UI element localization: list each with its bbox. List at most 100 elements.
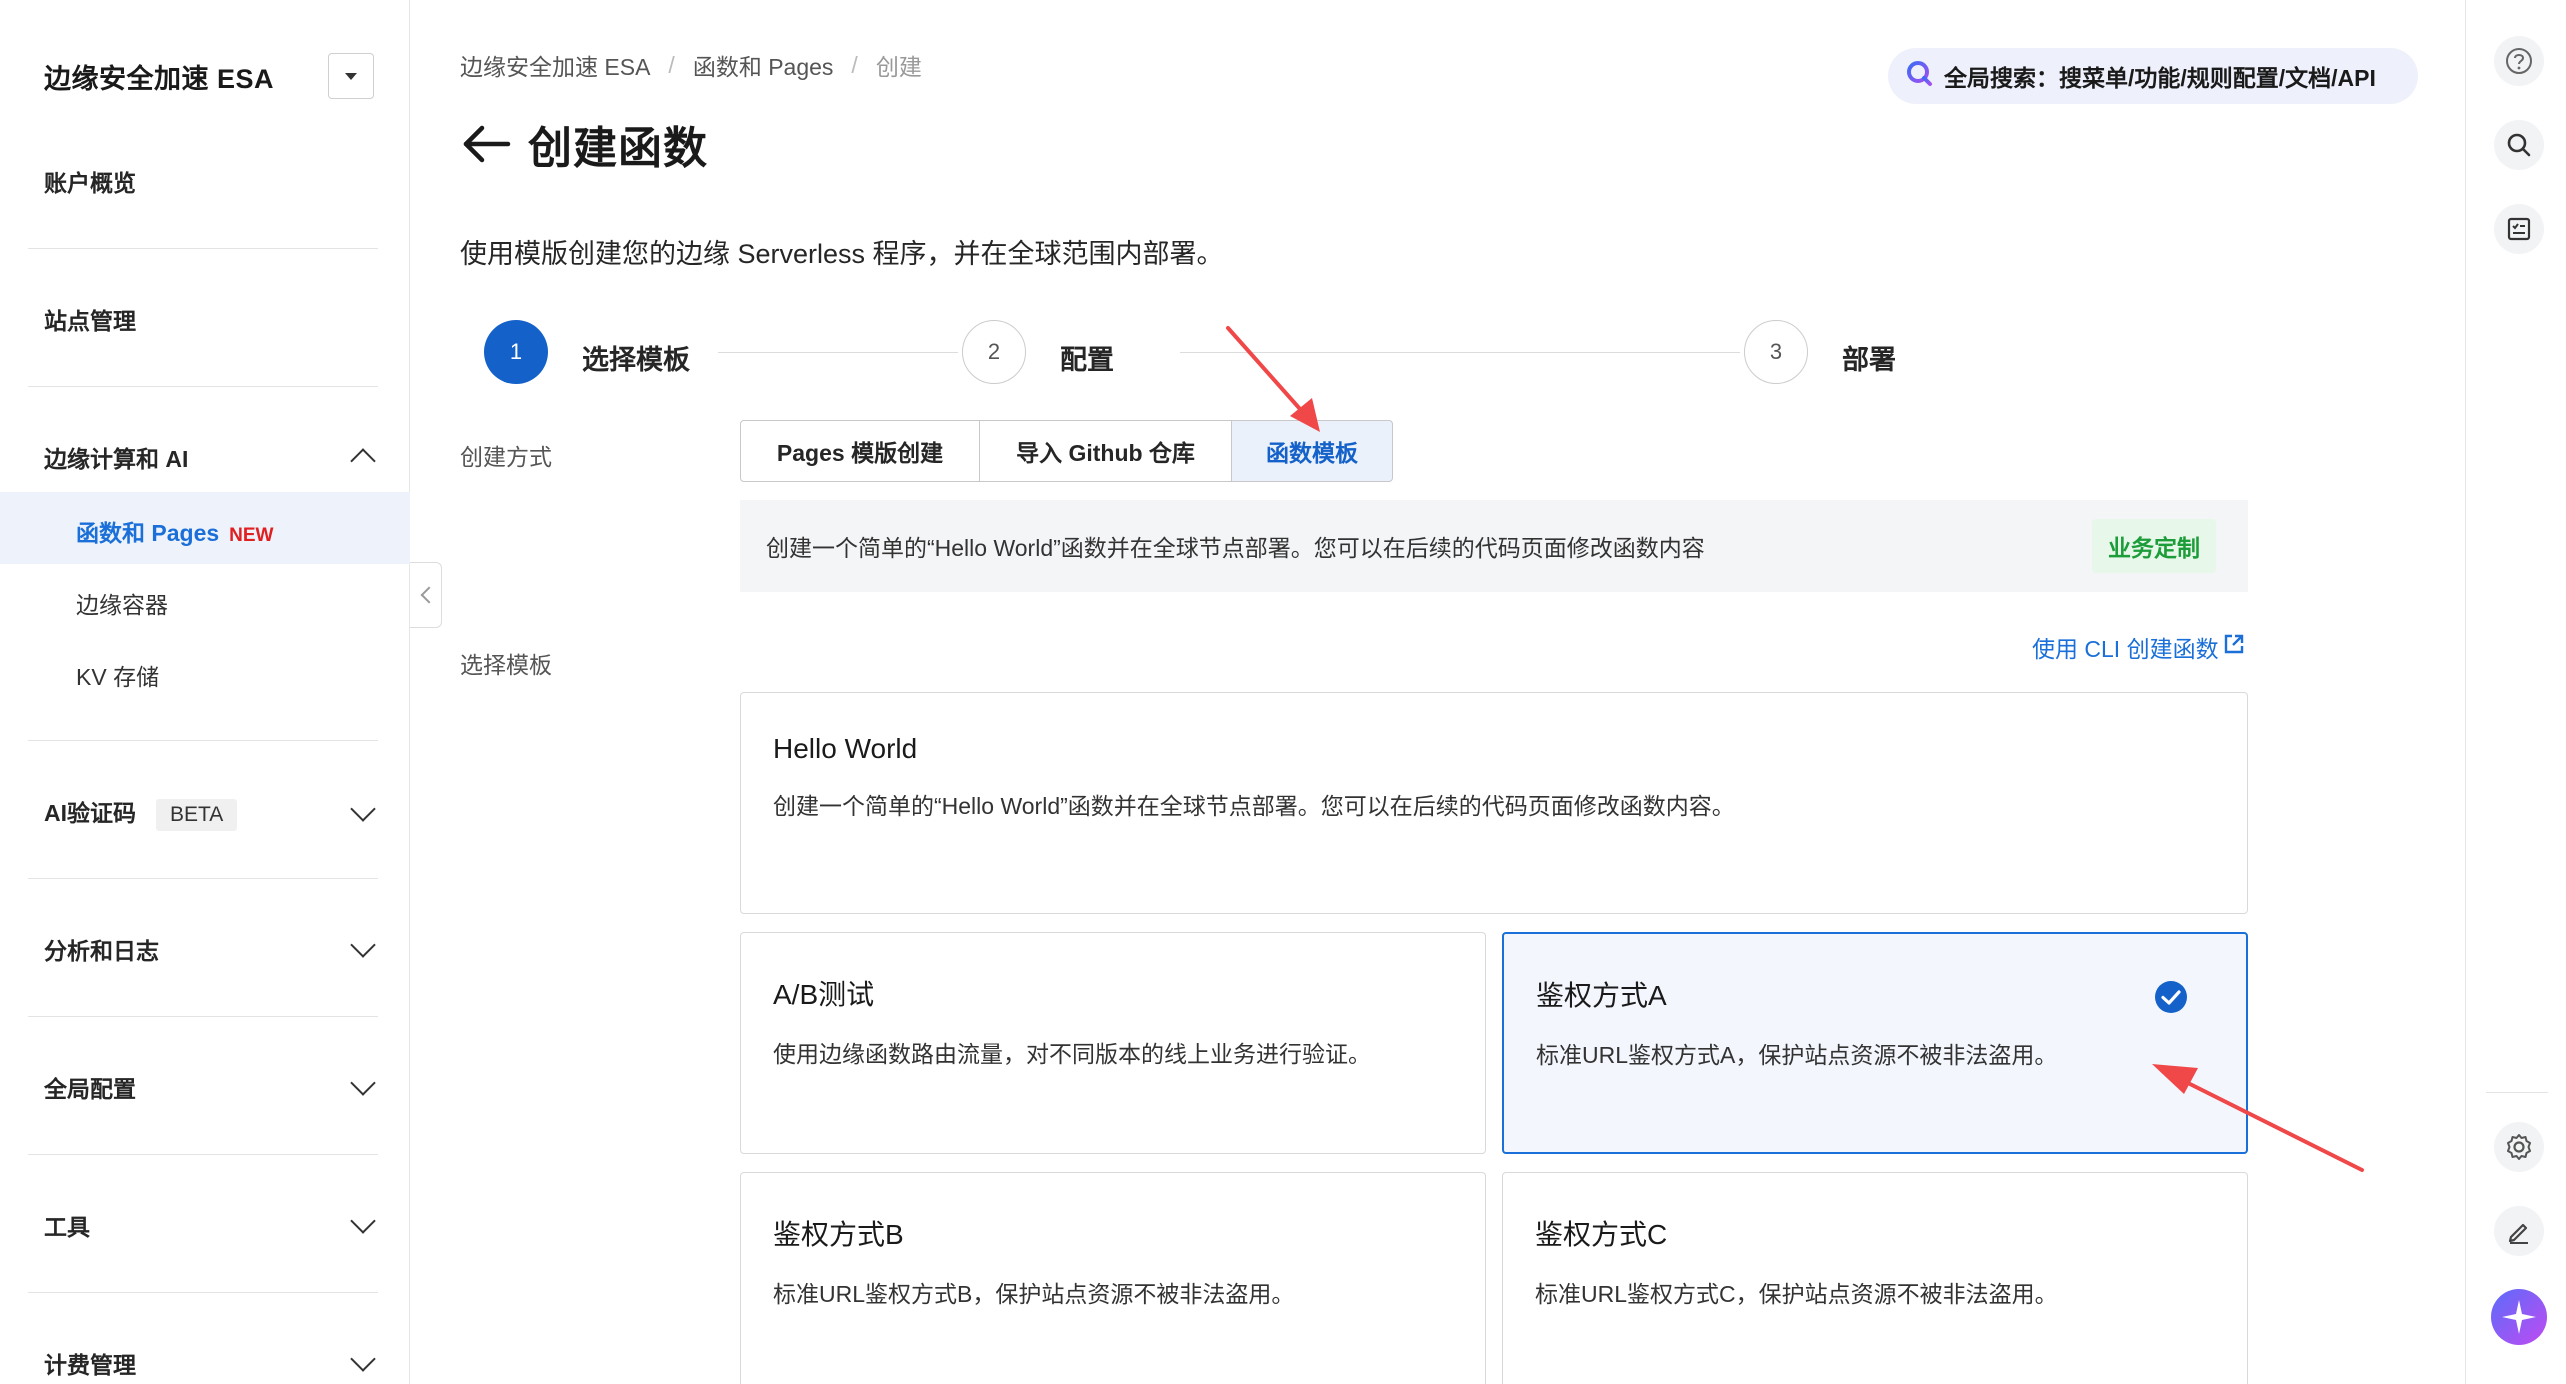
step-connector <box>718 352 958 353</box>
sidebar: 边缘安全加速 ESA 账户概览 站点管理 边缘计算和 AI 函数和 Pages N… <box>0 0 410 1384</box>
gear-icon <box>2507 1134 2531 1160</box>
chevron-down-icon <box>350 1208 376 1234</box>
card-title: 鉴权方式A <box>1536 980 1667 1011</box>
step-1-circle: 1 <box>484 320 548 384</box>
sidebar-header: 边缘安全加速 ESA <box>44 52 374 100</box>
step-3-label: 部署 <box>1842 345 1896 375</box>
template-card-ab-test[interactable]: A/B测试 使用边缘函数路由流量，对不同版本的线上业务进行验证。 <box>740 932 1486 1154</box>
sidebar-item-kv-storage[interactable]: KV 存储 <box>76 658 159 692</box>
page-header: 创建函数 <box>460 112 708 176</box>
right-toolbar <box>2465 0 2566 1384</box>
global-search-label: 全局搜索：搜菜单/功能/规则配置/文档/API <box>1944 65 2376 91</box>
product-switch-button[interactable] <box>328 53 374 99</box>
chevron-down-icon <box>350 795 376 822</box>
breadcrumb-item-esa[interactable]: 边缘安全加速 ESA <box>460 48 650 82</box>
breadcrumb-item-current: 创建 <box>875 54 922 80</box>
sidebar-group-tools[interactable]: 工具 <box>44 1208 378 1242</box>
sidebar-item-edge-container[interactable]: 边缘容器 <box>76 586 168 620</box>
help-button[interactable] <box>2494 36 2544 86</box>
tab-import-github[interactable]: 导入 Github 仓库 <box>978 420 1233 482</box>
card-title: Hello World <box>773 733 918 764</box>
pencil-icon <box>2508 1223 2528 1244</box>
breadcrumb-separator: / <box>668 51 675 78</box>
beta-badge: BETA <box>156 799 238 831</box>
select-template-label: 选择模板 <box>460 652 552 678</box>
template-info-bar: 创建一个简单的“Hello World”函数并在全球节点部署。您可以在后续的代码… <box>740 500 2248 592</box>
sidebar-group-label: AI验证码 BETA <box>44 794 238 831</box>
card-description: 标准URL鉴权方式C，保护站点资源不被非法盗用。 <box>1535 1281 2058 1307</box>
sidebar-group-global-config[interactable]: 全局配置 <box>44 1070 378 1104</box>
caret-down-icon <box>345 72 357 80</box>
search-button[interactable] <box>2494 120 2544 170</box>
card-description: 使用边缘函数路由流量，对不同版本的线上业务进行验证。 <box>773 1041 1371 1067</box>
tasks-button[interactable] <box>2494 204 2544 254</box>
sidebar-item-label: 函数和 Pages <box>76 520 220 546</box>
checklist-icon <box>2507 217 2531 241</box>
sidebar-divider <box>28 878 378 879</box>
step-2-label: 配置 <box>1060 345 1114 375</box>
back-arrow-icon[interactable] <box>460 124 512 164</box>
create-method-label: 创建方式 <box>460 444 552 470</box>
ai-assistant-button[interactable] <box>2490 1288 2548 1346</box>
sidebar-divider <box>28 740 378 741</box>
chevron-down-icon <box>350 1070 376 1096</box>
sidebar-group-label: 工具 <box>44 1214 90 1240</box>
card-title: 鉴权方式C <box>1535 1219 1668 1250</box>
sidebar-group-label: 计费管理 <box>44 1352 136 1378</box>
global-search-button[interactable]: 全局搜索：搜菜单/功能/规则配置/文档/API <box>1888 48 2418 104</box>
cli-link-label: 使用 CLI 创建函数 <box>2032 636 2219 662</box>
tab-function-template[interactable]: 函数模板 <box>1231 420 1393 482</box>
stepper: 1 选择模板 2 配置 3 部署 <box>484 320 2204 390</box>
sidebar-group-edge-compute[interactable]: 边缘计算和 AI <box>44 440 378 474</box>
ai-assistant-icon <box>2491 1289 2547 1345</box>
sidebar-item-site-management[interactable]: 站点管理 <box>44 302 136 336</box>
main-content: 边缘安全加速 ESA / 函数和 Pages / 创建 全局搜索：搜菜单/功能/… <box>410 0 2465 1384</box>
tab-pages-template[interactable]: Pages 模版创建 <box>740 420 980 482</box>
card-description: 标准URL鉴权方式A，保护站点资源不被非法盗用。 <box>1536 1042 2058 1068</box>
template-card-auth-b[interactable]: 鉴权方式B 标准URL鉴权方式B，保护站点资源不被非法盗用。 <box>740 1172 1486 1384</box>
sidebar-group-analytics[interactable]: 分析和日志 <box>44 932 378 966</box>
sidebar-group-text: AI验证码 <box>44 800 136 826</box>
breadcrumb-separator: / <box>851 51 858 78</box>
cli-create-link[interactable]: 使用 CLI 创建函数 <box>2032 630 2245 664</box>
ai-search-icon <box>1904 58 1934 94</box>
breadcrumb-item-functions[interactable]: 函数和 Pages <box>693 48 834 82</box>
sidebar-group-billing[interactable]: 计费管理 <box>44 1346 378 1380</box>
settings-button[interactable] <box>2494 1122 2544 1172</box>
step-connector <box>1180 352 1740 353</box>
sidebar-item-functions-pages[interactable]: 函数和 Pages NEW <box>76 514 273 548</box>
template-card-hello-world[interactable]: Hello World 创建一个简单的“Hello World”函数并在全球节点… <box>740 692 2248 914</box>
template-card-auth-c[interactable]: 鉴权方式C 标准URL鉴权方式C，保护站点资源不被非法盗用。 <box>1502 1172 2248 1384</box>
sidebar-group-label: 边缘计算和 AI <box>44 446 189 472</box>
help-icon <box>2506 48 2532 74</box>
new-badge: NEW <box>229 525 274 546</box>
card-description: 标准URL鉴权方式B，保护站点资源不被非法盗用。 <box>773 1281 1295 1307</box>
sidebar-group-label: 分析和日志 <box>44 938 159 964</box>
chevron-down-icon <box>350 932 376 958</box>
create-method-segmented: Pages 模版创建 导入 Github 仓库 函数模板 <box>740 420 1393 482</box>
chevron-down-icon <box>350 1346 376 1372</box>
card-title: 鉴权方式B <box>773 1219 904 1250</box>
step-3-circle: 3 <box>1744 320 1808 384</box>
sidebar-divider <box>28 1154 378 1155</box>
page-description: 使用模版创建您的边缘 Serverless 程序，并在全球范围内部署。 <box>460 239 1224 269</box>
info-text: 创建一个简单的“Hello World”函数并在全球节点部署。您可以在后续的代码… <box>766 535 1705 561</box>
external-link-icon <box>2223 633 2245 661</box>
check-circle-icon <box>2154 980 2188 1019</box>
card-description: 创建一个简单的“Hello World”函数并在全球节点部署。您可以在后续的代码… <box>773 793 1735 819</box>
sidebar-divider <box>28 248 378 249</box>
template-card-auth-a[interactable]: 鉴权方式A 标准URL鉴权方式A，保护站点资源不被非法盗用。 <box>1502 932 2248 1154</box>
sidebar-item-overview[interactable]: 账户概览 <box>44 164 136 198</box>
step-1-label: 选择模板 <box>582 345 690 375</box>
rail-divider <box>2486 1092 2548 1093</box>
sidebar-divider <box>28 1016 378 1017</box>
search-icon <box>2507 133 2531 157</box>
page-title: 创建函数 <box>528 124 708 173</box>
business-custom-tag: 业务定制 <box>2092 519 2216 573</box>
breadcrumb: 边缘安全加速 ESA / 函数和 Pages / 创建 <box>460 48 922 82</box>
edit-feedback-button[interactable] <box>2494 1206 2544 1256</box>
step-2-circle: 2 <box>962 320 1026 384</box>
sidebar-group-ai-captcha[interactable]: AI验证码 BETA <box>44 794 378 831</box>
sidebar-divider <box>28 386 378 387</box>
product-title: 边缘安全加速 ESA <box>44 63 275 94</box>
